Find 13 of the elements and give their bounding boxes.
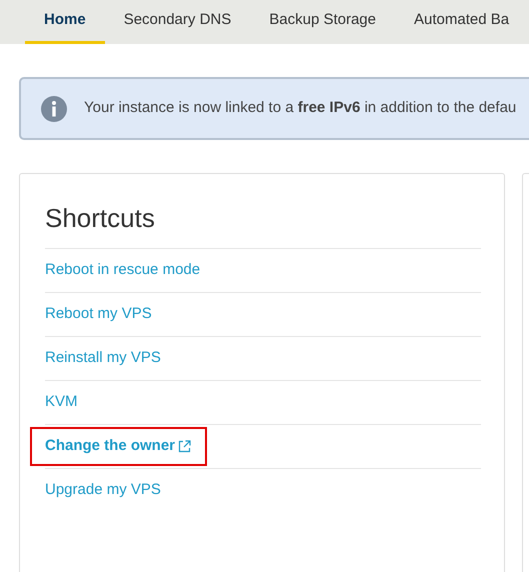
shortcut-link[interactable]: Change the owner	[32, 429, 206, 464]
shortcut-link[interactable]: Reboot my VPS	[45, 297, 152, 332]
info-message: Your instance is now linked to a free IPv6 in addition to the defau	[84, 98, 516, 118]
nav-tab[interactable]: Secondary DNS	[104, 0, 250, 44]
nav-tab[interactable]: Automated Ba	[395, 0, 528, 44]
info-icon	[40, 94, 68, 122]
nav-tab[interactable]: Backup Storage	[250, 0, 395, 44]
shortcut-link[interactable]: KVM	[45, 385, 78, 420]
shortcut-link[interactable]: Reinstall my VPS	[45, 341, 161, 376]
shortcut-link[interactable]: Upgrade my VPS	[45, 473, 161, 508]
shortcut-link[interactable]: Reboot in rescue mode	[45, 253, 200, 288]
card-title: Shortcuts	[45, 203, 156, 234]
nav-tab[interactable]: Home	[25, 0, 105, 44]
